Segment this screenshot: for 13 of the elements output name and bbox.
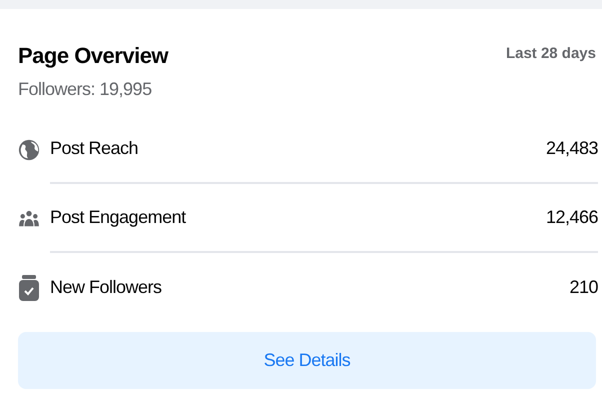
metric-value: 210 [569,276,598,299]
followers-count: Followers: 19,995 [18,78,153,101]
metric-label: Post Engagement [50,206,186,229]
metric-value: 24,483 [546,137,598,160]
globe-icon [18,138,40,160]
period-label: Last 28 days [506,44,596,64]
card-title: Page Overview [18,42,168,70]
people-icon [18,210,40,228]
metric-label: Post Reach [50,137,138,160]
see-details-button[interactable]: See Details [18,332,596,389]
metric-label: New Followers [50,276,162,299]
checked-jar-icon [18,274,40,300]
metric-value: 12,466 [546,206,598,229]
